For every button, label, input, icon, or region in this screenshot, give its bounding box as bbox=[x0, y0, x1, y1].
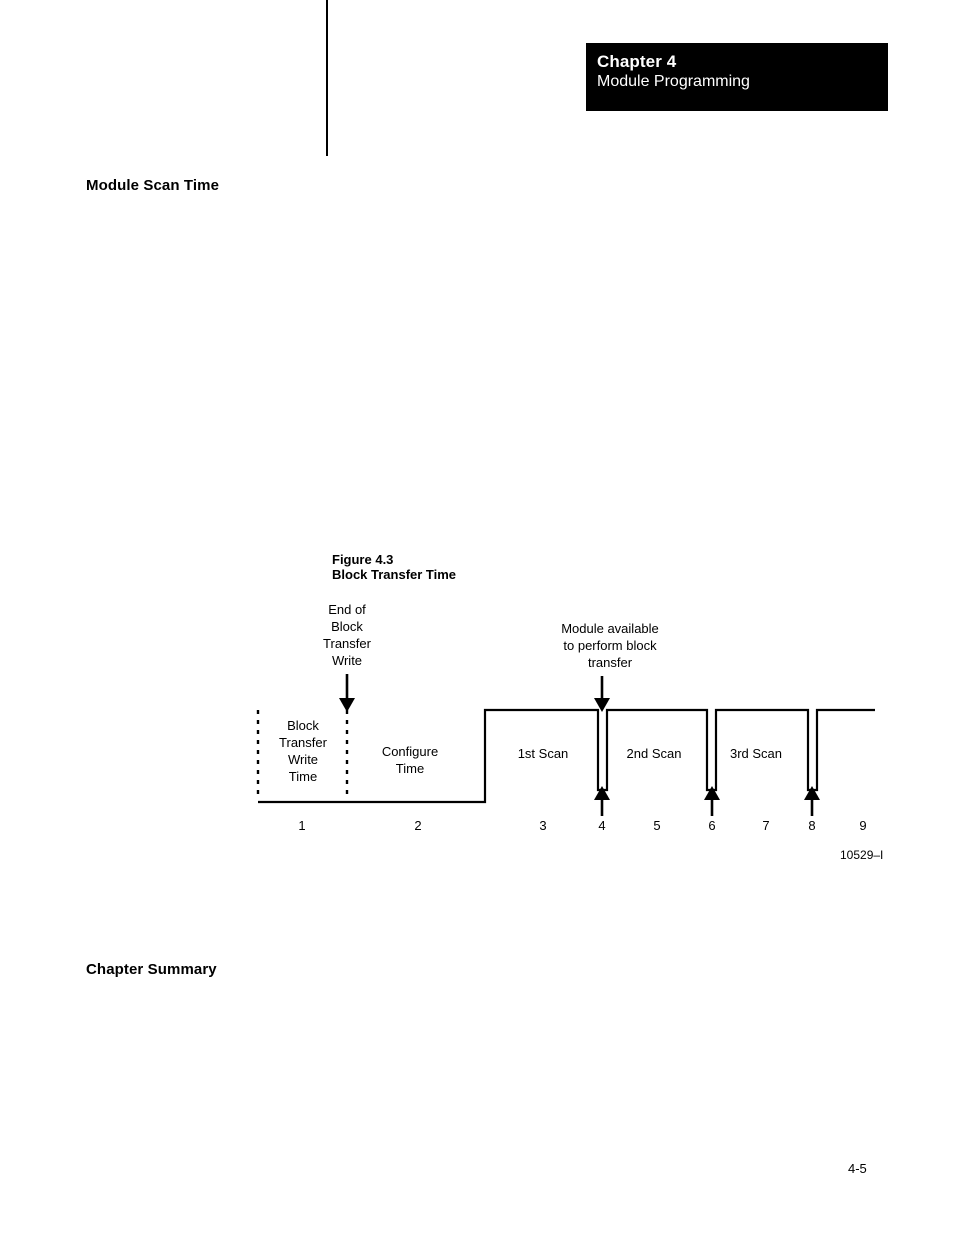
axis-number: 4 bbox=[598, 818, 606, 833]
document-page: Chapter 4 Module Programming Module Scan… bbox=[0, 0, 954, 1235]
axis-number: 6 bbox=[708, 818, 716, 833]
band-label-2nd-scan: 2nd Scan bbox=[626, 746, 682, 761]
callout-line: Transfer bbox=[323, 636, 371, 651]
band-label-line: Time bbox=[395, 761, 425, 776]
callout-end-of-block-transfer-write: End of Block Transfer Write bbox=[287, 601, 407, 669]
page-number: 4-5 bbox=[848, 1161, 867, 1176]
axis-number: 3 bbox=[539, 818, 547, 833]
callout-line: Module available bbox=[561, 621, 659, 636]
band-label-line: Block bbox=[287, 718, 319, 733]
section-heading-chapter-summary: Chapter Summary bbox=[86, 961, 217, 978]
chapter-name: Module Programming bbox=[597, 73, 750, 90]
arrow-up-block-transfer-opportunity-3 bbox=[804, 786, 820, 816]
callout-line: End of bbox=[328, 602, 366, 617]
band-label-line: Configure bbox=[381, 744, 439, 759]
axis-number: 7 bbox=[762, 818, 770, 833]
axis-number: 9 bbox=[859, 818, 867, 833]
band-label-configure-time: Configure Time bbox=[362, 743, 458, 777]
figure-title: Block Transfer Time bbox=[332, 567, 457, 582]
band-label-block-transfer-write-time: Block Transfer Write Time bbox=[262, 717, 344, 785]
axis-number: 5 bbox=[653, 818, 661, 833]
arrow-up-block-transfer-opportunity-2 bbox=[704, 786, 720, 816]
band-label-line: Transfer bbox=[279, 735, 327, 750]
band-label-1st-scan: 1st Scan bbox=[517, 746, 569, 761]
arrow-up-block-transfer-opportunity-1 bbox=[594, 786, 610, 816]
callout-line: Block bbox=[331, 619, 363, 634]
chapter-header-banner: Chapter 4 Module Programming bbox=[586, 43, 888, 111]
arrow-down-end-of-block-transfer-write bbox=[339, 674, 355, 712]
callout-line: Write bbox=[331, 653, 363, 668]
band-label-line: Time bbox=[288, 769, 318, 784]
figure-caption: Figure 4.3 Block Transfer Time bbox=[332, 552, 456, 582]
axis-number: 1 bbox=[298, 818, 306, 833]
figure-drawing-id: 10529–I bbox=[840, 848, 884, 862]
section-heading-module-scan-time: Module Scan Time bbox=[86, 177, 220, 194]
arrow-down-module-available bbox=[594, 676, 610, 712]
callout-module-available-for-block-transfer: Module available to perform block transf… bbox=[540, 620, 680, 671]
figure-number: Figure 4.3 bbox=[332, 552, 394, 567]
axis-number: 2 bbox=[414, 818, 422, 833]
band-label-line: Write bbox=[287, 752, 319, 767]
chapter-header-rule bbox=[326, 0, 328, 156]
band-label-3rd-scan: 3rd Scan bbox=[729, 746, 783, 761]
chapter-number: Chapter 4 bbox=[597, 52, 677, 71]
callout-line: to perform block bbox=[563, 638, 657, 653]
axis-number: 8 bbox=[808, 818, 816, 833]
callout-line: transfer bbox=[587, 655, 633, 670]
